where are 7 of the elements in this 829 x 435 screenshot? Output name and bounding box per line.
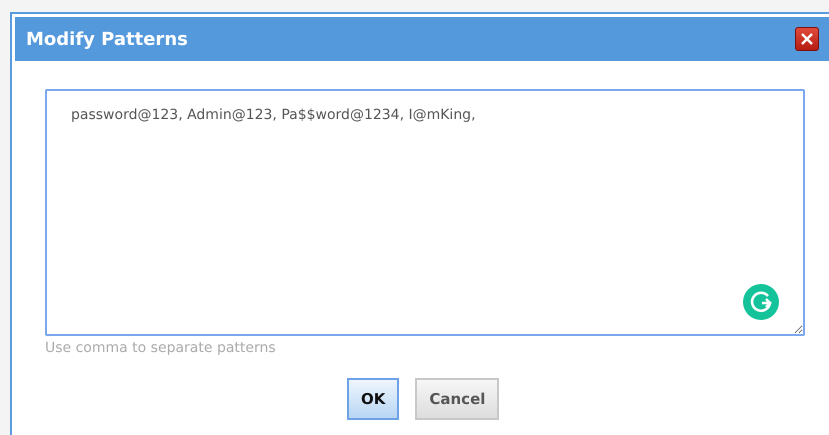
close-button[interactable]: [795, 27, 819, 51]
close-icon: [800, 32, 814, 46]
hint-text: Use comma to separate patterns: [45, 340, 277, 356]
ok-button[interactable]: OK: [347, 378, 400, 420]
cancel-button[interactable]: Cancel: [415, 378, 500, 420]
dialog-title: Modify Patterns: [26, 28, 188, 50]
patterns-field[interactable]: password@123, Admin@123, Pa$$word@1234, I@mKing,: [45, 89, 805, 336]
